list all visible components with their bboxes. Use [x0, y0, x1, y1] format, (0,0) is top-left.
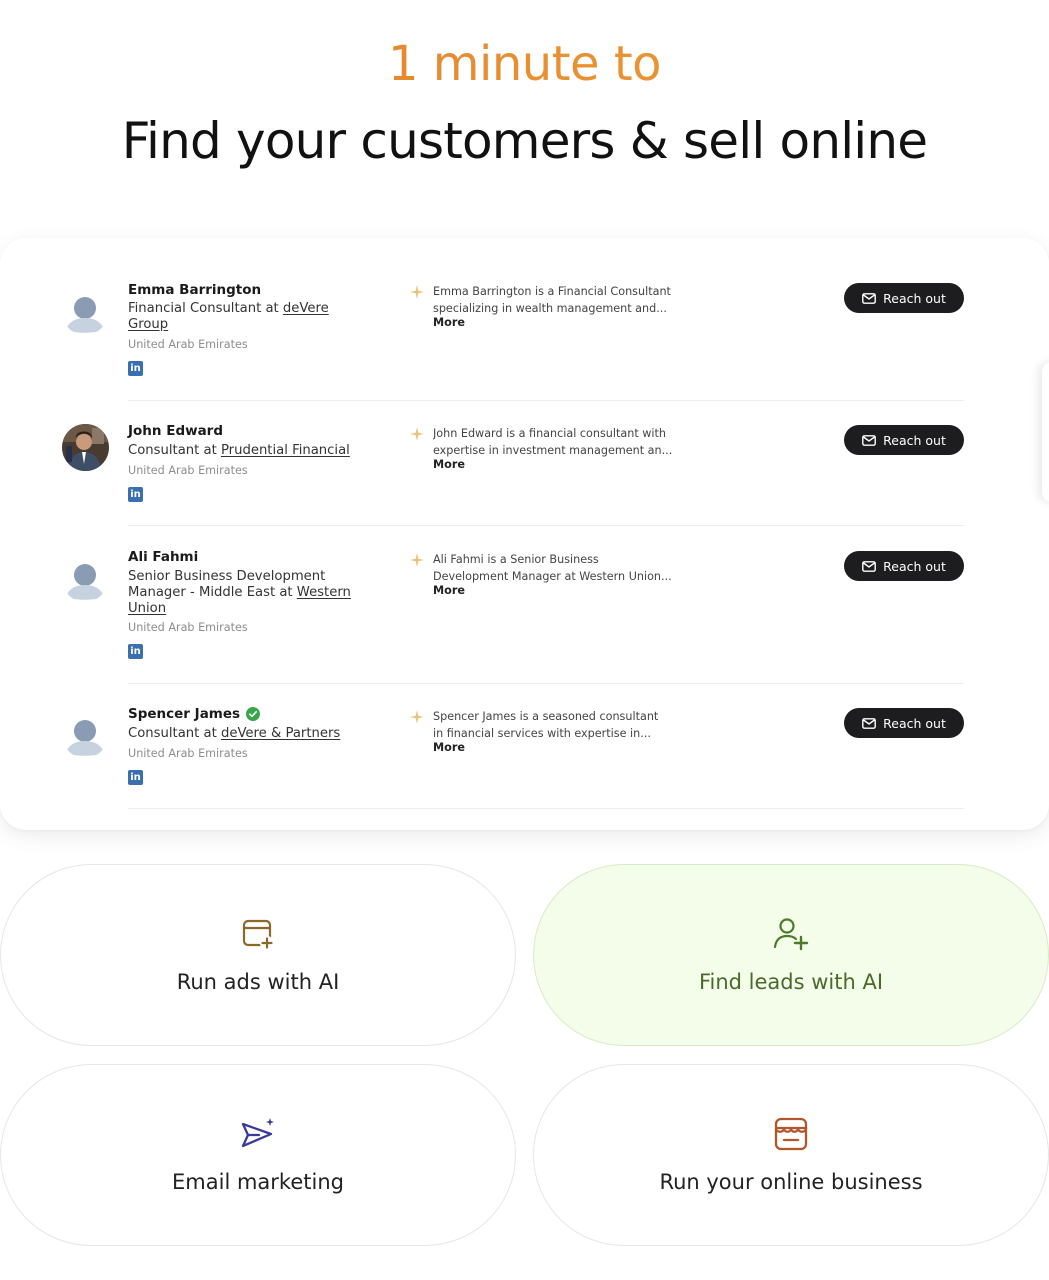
lead-title: Financial Consultant at deVere Group: [128, 301, 368, 333]
lead-location: United Arab Emirates: [128, 621, 248, 634]
lead-summary-line: John Edward is a financial consultant wi…: [433, 427, 667, 440]
person-silhouette-icon: [66, 720, 104, 756]
mail-icon: [862, 560, 877, 572]
lead-role: Consultant at: [128, 443, 221, 458]
row-divider: [128, 808, 964, 809]
company-link[interactable]: Prudential Financial: [221, 443, 350, 458]
reach-out-label: Reach out: [883, 432, 946, 448]
linkedin-icon[interactable]: in: [128, 644, 143, 659]
feature-find-leads-button[interactable]: Find leads with AI: [533, 864, 1049, 1046]
reach-out-button[interactable]: Reach out: [844, 425, 964, 455]
feature-run-ads-button[interactable]: Run ads with AI: [0, 864, 516, 1046]
mail-icon: [862, 717, 877, 729]
lead-name[interactable]: John Edward: [128, 423, 223, 439]
feature-label: Run ads with AI: [176, 970, 340, 994]
user-plus-icon: [772, 916, 810, 952]
row-divider: [128, 683, 964, 684]
row-divider: [128, 525, 964, 526]
reach-out-label: Reach out: [883, 290, 946, 306]
lead-location: United Arab Emirates: [128, 338, 248, 351]
lead-summary-line: Emma Barrington is a Financial Consultan…: [433, 285, 671, 298]
mail-icon: [862, 434, 877, 446]
avatar-placeholder: [62, 712, 108, 758]
more-link[interactable]: More: [433, 458, 465, 471]
person-silhouette-icon: [66, 297, 104, 333]
reach-out-button[interactable]: Reach out: [844, 551, 964, 581]
linkedin-icon[interactable]: in: [128, 361, 143, 376]
lead-title: Senior Business Development Manager - Mi…: [128, 569, 373, 617]
avatar-placeholder: [62, 556, 108, 602]
feature-online-business-button[interactable]: Run your online business: [533, 1064, 1049, 1246]
lead-summary-line: Development Manager at Western Union...: [433, 570, 672, 583]
reach-out-label: Reach out: [883, 715, 946, 731]
ai-sparkle-icon: [410, 710, 424, 724]
ai-sparkle-icon: [410, 427, 424, 441]
lead-summary-line: Ali Fahmi is a Senior Business: [433, 553, 599, 566]
ad-calendar-plus-icon: [240, 916, 276, 952]
lead-name[interactable]: Emma Barrington: [128, 282, 261, 298]
lead-location: United Arab Emirates: [128, 747, 248, 760]
feature-email-marketing-button[interactable]: Email marketing: [0, 1064, 516, 1246]
feature-label: Email marketing: [172, 1170, 344, 1194]
lead-summary-line: specializing in wealth management and...: [433, 302, 667, 315]
more-link[interactable]: More: [433, 316, 465, 329]
send-sparkle-icon: [239, 1116, 277, 1152]
verified-badge-icon: [246, 707, 261, 721]
mail-icon: [862, 292, 877, 304]
hero-eyebrow: 1 minute to: [0, 36, 1049, 92]
feature-label: Run your online business: [659, 1170, 923, 1194]
reach-out-button[interactable]: Reach out: [844, 283, 964, 313]
lead-role: Senior Business Development Manager - Mi…: [128, 569, 326, 600]
lead-role: Financial Consultant at: [128, 301, 283, 316]
profile-photo-icon: [62, 424, 109, 471]
lead-name-text: Ali Fahmi: [128, 549, 199, 565]
company-link[interactable]: deVere & Partners: [221, 726, 340, 741]
linkedin-icon[interactable]: in: [128, 487, 143, 502]
avatar-photo: [62, 424, 109, 471]
more-link[interactable]: More: [433, 741, 465, 754]
hero-title: Find your customers & sell online: [121, 112, 928, 170]
storefront-icon: [773, 1116, 809, 1152]
linkedin-icon[interactable]: in: [128, 770, 143, 785]
feature-label: Find leads with AI: [698, 970, 884, 994]
lead-title: Consultant at deVere & Partners: [128, 726, 373, 742]
ai-sparkle-icon: [410, 553, 424, 567]
page: 1 minute to Find your customers & sell o…: [0, 0, 1049, 1280]
lead-name[interactable]: Ali Fahmi: [128, 549, 198, 565]
lead-location: United Arab Emirates: [128, 464, 248, 477]
person-silhouette-icon: [66, 564, 104, 600]
more-link[interactable]: More: [433, 584, 465, 597]
lead-name-text: Spencer James: [128, 706, 241, 722]
row-divider: [128, 400, 964, 401]
lead-summary-line: in financial services with expertise in.…: [433, 727, 651, 740]
lead-name-text: Emma Barrington: [128, 282, 262, 298]
side-panel-edge[interactable]: [1042, 362, 1049, 502]
lead-role: Consultant at: [128, 726, 221, 741]
lead-name[interactable]: Spencer James: [128, 706, 261, 722]
ai-sparkle-icon: [410, 285, 424, 299]
lead-summary-line: Spencer James is a seasoned consultant: [433, 710, 659, 723]
lead-summary-line: expertise in investment management an...: [433, 444, 673, 457]
reach-out-label: Reach out: [883, 558, 946, 574]
reach-out-button[interactable]: Reach out: [844, 708, 964, 738]
lead-title: Consultant at Prudential Financial: [128, 443, 368, 459]
avatar-placeholder: [62, 289, 108, 335]
lead-name-text: John Edward: [128, 423, 224, 439]
leads-card: Emma Barrington Financial Consultant at …: [0, 238, 1049, 830]
